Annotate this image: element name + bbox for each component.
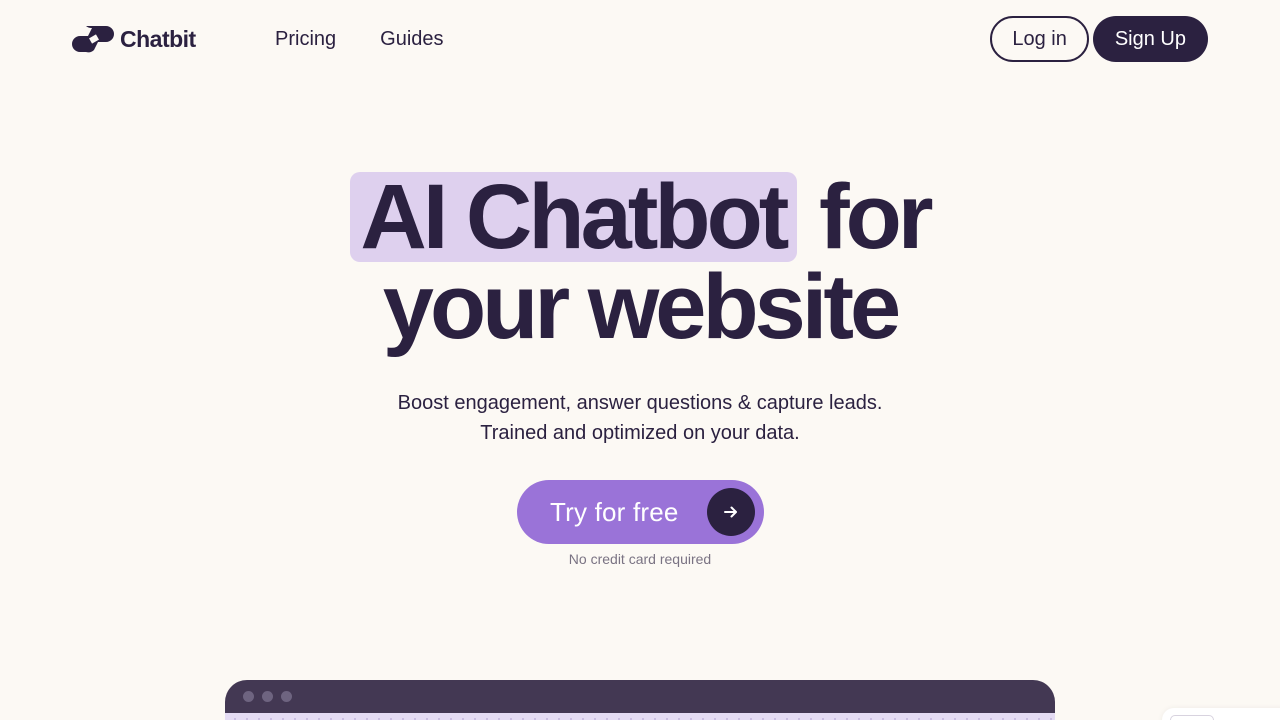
window-dot-icon <box>281 691 292 702</box>
hero-title-rest: for <box>818 166 934 268</box>
window-dot-icon <box>243 691 254 702</box>
cta-label: Try for free <box>550 496 679 527</box>
preview-body <box>225 713 1055 720</box>
try-for-free-button[interactable]: Try for free <box>517 480 764 544</box>
product-preview-window <box>225 680 1055 720</box>
main-nav: Pricing Guides <box>275 27 444 51</box>
window-controls <box>243 691 292 702</box>
logo-link[interactable]: Chatbit <box>72 24 196 54</box>
hero-title: AI Chatbot for your website <box>0 171 1280 358</box>
window-dot-icon <box>262 691 273 702</box>
page: Chatbit Pricing Guides Log in Sign Up AI… <box>0 0 1280 720</box>
hero-title-line-1: AI Chatbot for <box>0 171 1280 263</box>
arrow-right-icon <box>707 488 755 536</box>
site-header: Chatbit Pricing Guides Log in Sign Up <box>0 0 1280 80</box>
chat-widget-pill <box>1170 715 1214 720</box>
no-credit-card-note: No credit card required <box>568 551 712 567</box>
hero-title-line-2: your website <box>382 256 901 358</box>
hero-title-highlight: AI Chatbot <box>350 171 798 263</box>
chat-widget-peek[interactable] <box>1162 708 1280 720</box>
signup-button[interactable]: Sign Up <box>1092 16 1208 62</box>
auth-buttons: Log in Sign Up <box>990 16 1208 62</box>
nav-pricing[interactable]: Pricing <box>275 27 336 51</box>
chatbit-logo-icon <box>72 26 114 53</box>
login-button[interactable]: Log in <box>990 16 1089 62</box>
nav-guides[interactable]: Guides <box>380 27 443 51</box>
brand-name: Chatbit <box>120 25 196 52</box>
hero-subtitle: Boost engagement, answer questions & cap… <box>397 392 883 444</box>
